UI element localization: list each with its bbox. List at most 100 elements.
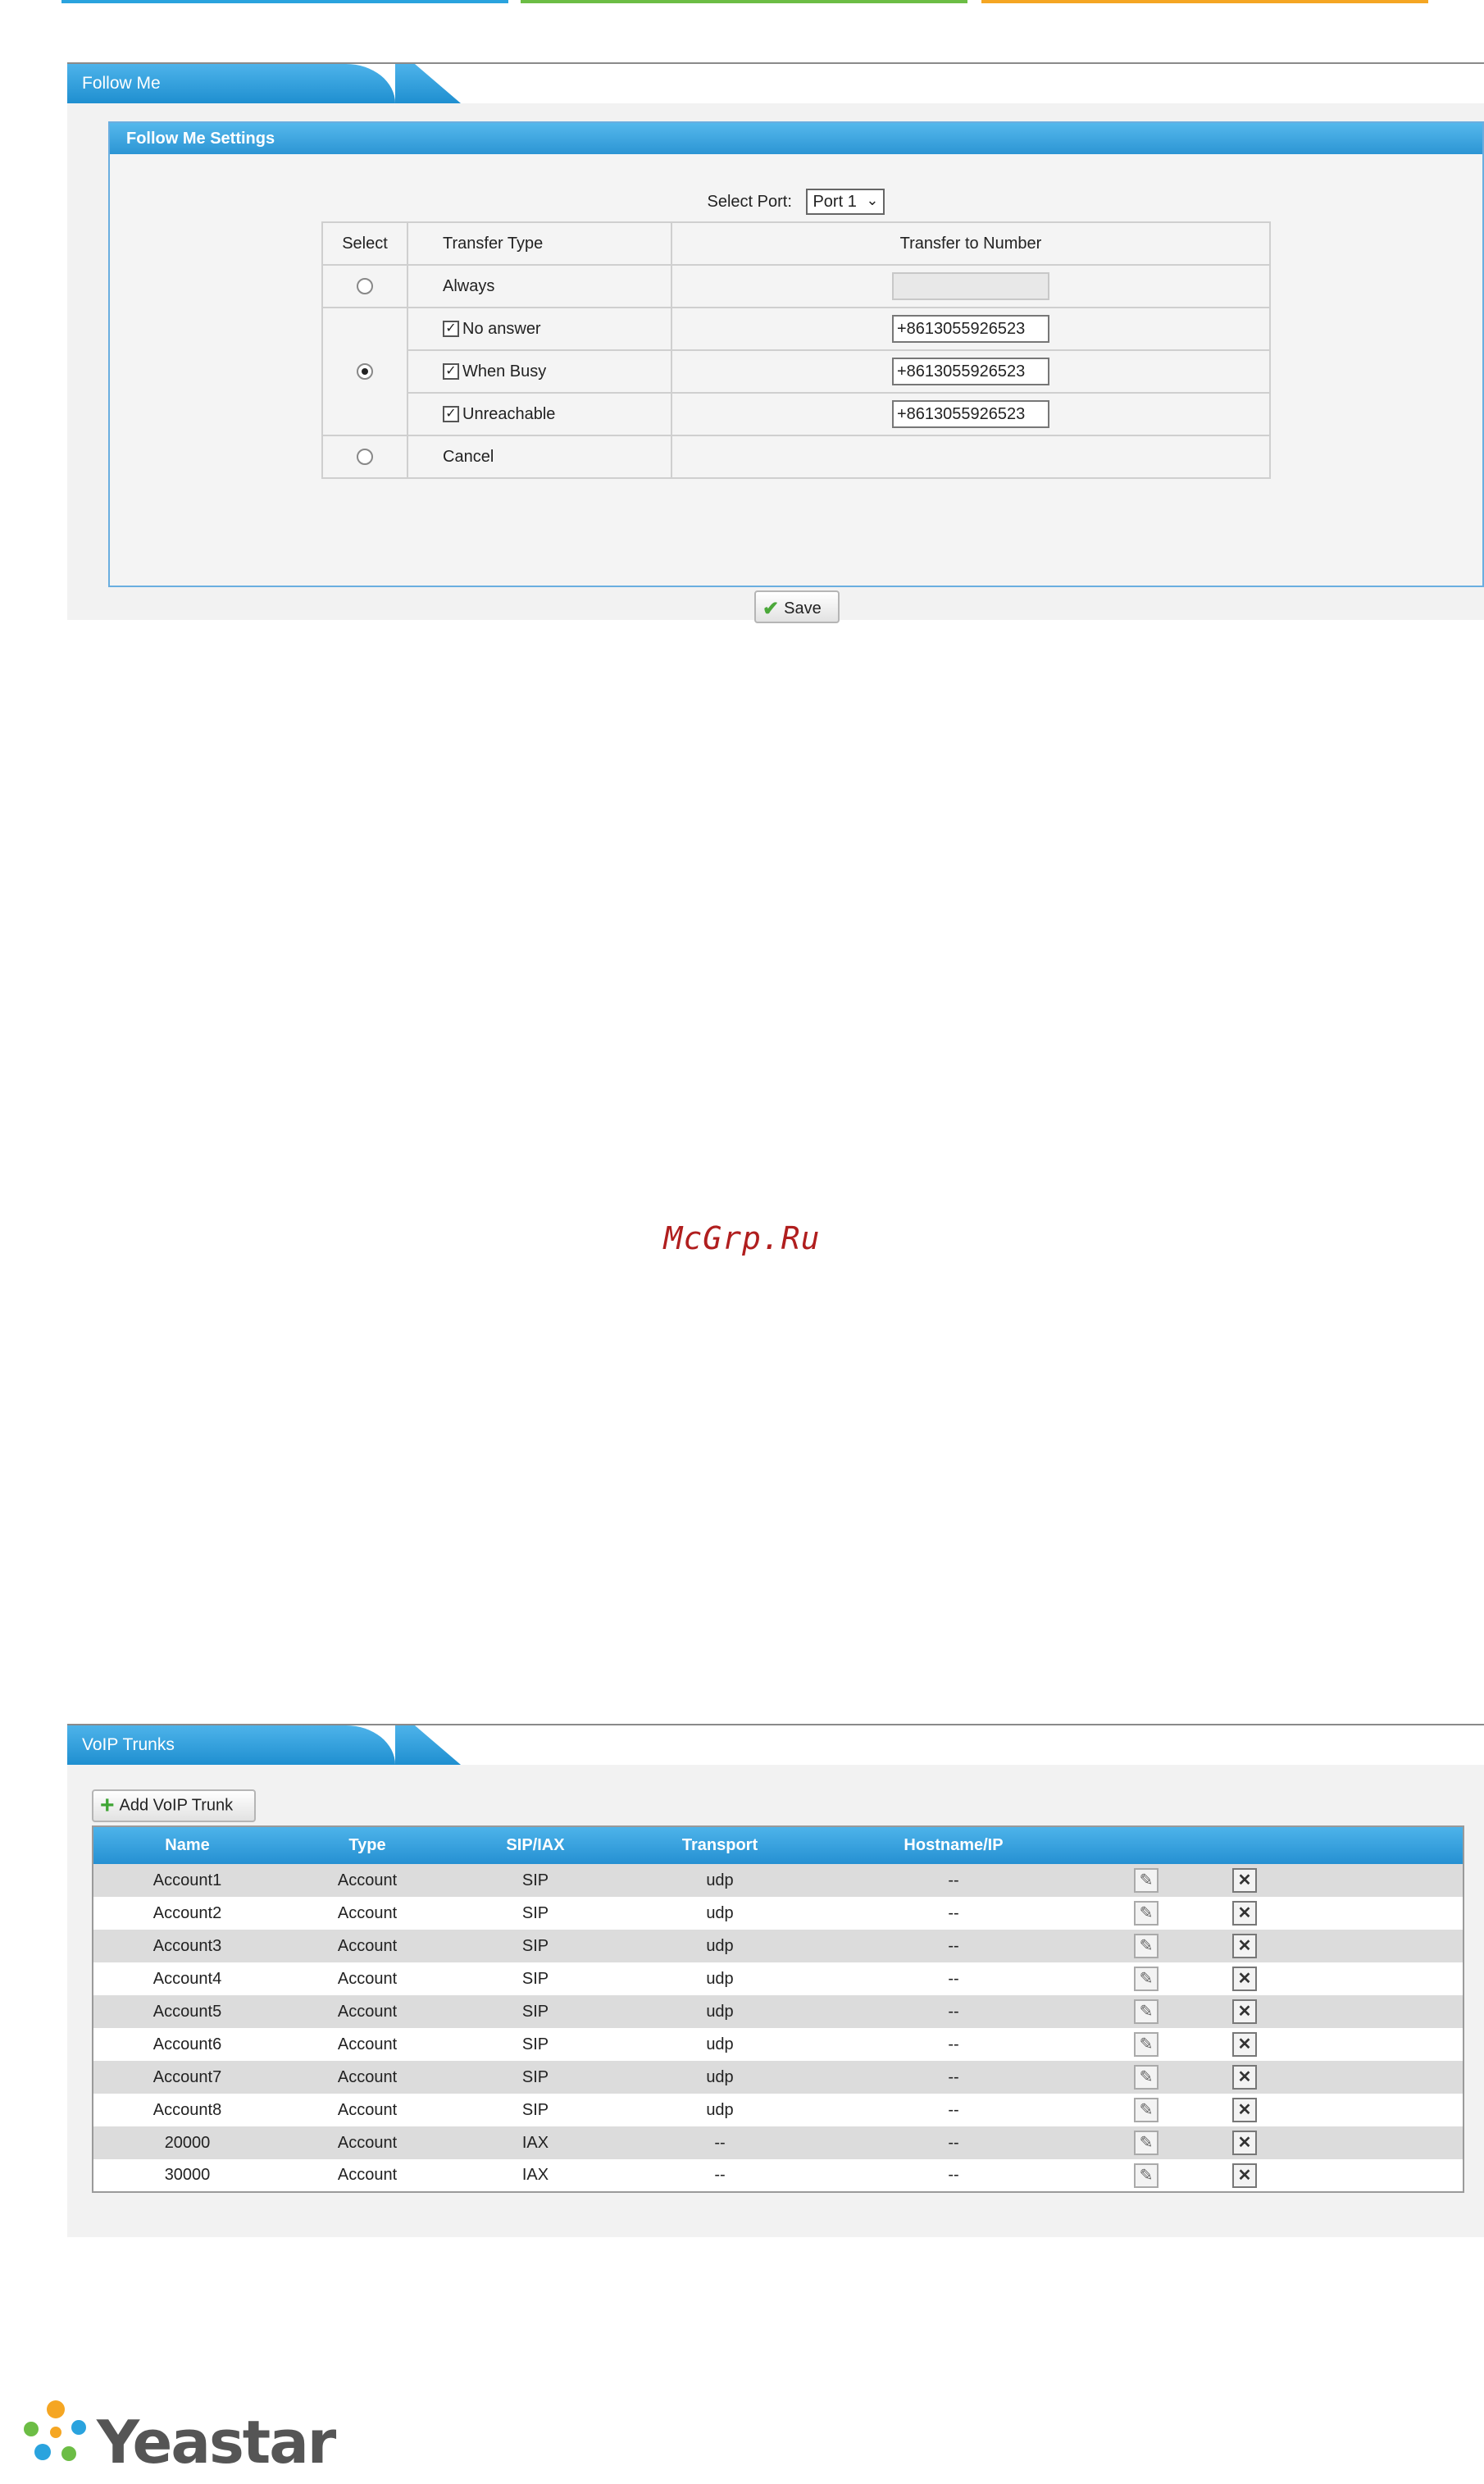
cell-transport: udp <box>617 1962 822 1995</box>
table-row: Account3 Account SIP udp -- ✎ ✕ <box>93 1930 1464 1962</box>
cell-name: Account2 <box>93 1897 281 1930</box>
cell-type: Account <box>281 1962 453 1995</box>
cell-hostname: -- <box>822 1897 1085 1930</box>
edit-icon[interactable]: ✎ <box>1134 1967 1159 1991</box>
cell-hostname: -- <box>822 2061 1085 2094</box>
label-unreachable: Unreachable <box>462 404 556 423</box>
select-port-row: Select Port: Port 1 ⌄ <box>110 189 1482 215</box>
cell-name: Account3 <box>93 1930 281 1962</box>
save-button[interactable]: ✔ Save <box>754 590 840 623</box>
cell-transport: udp <box>617 2028 822 2061</box>
cell-hostname: -- <box>822 1962 1085 1995</box>
label-no-answer: No answer <box>462 319 541 338</box>
radio-cancel[interactable] <box>357 449 373 466</box>
table-row: Account2 Account SIP udp -- ✎ ✕ <box>93 1897 1464 1930</box>
cell-type: Account <box>281 1897 453 1930</box>
table-row: Account4 Account SIP udp -- ✎ ✕ <box>93 1962 1464 1995</box>
save-button-label: Save <box>784 599 822 618</box>
cell-name: 30000 <box>93 2159 281 2192</box>
delete-icon[interactable]: ✕ <box>1232 1999 1257 2024</box>
edit-icon[interactable]: ✎ <box>1134 2131 1159 2155</box>
cell-transport: -- <box>617 2126 822 2159</box>
edit-icon[interactable]: ✎ <box>1134 2098 1159 2122</box>
cell-name: Account8 <box>93 2094 281 2126</box>
label-when-busy: When Busy <box>462 362 547 381</box>
edit-icon[interactable]: ✎ <box>1134 2065 1159 2090</box>
cell-type: Account <box>281 1930 453 1962</box>
delete-icon[interactable]: ✕ <box>1232 1934 1257 1958</box>
edit-icon[interactable]: ✎ <box>1134 2032 1159 2057</box>
cell-protocol: SIP <box>453 2028 617 2061</box>
cell-hostname: -- <box>822 2126 1085 2159</box>
label-cancel: Cancel <box>407 435 672 479</box>
checkbox-no-answer[interactable]: ✓ <box>443 321 459 338</box>
delete-icon[interactable]: ✕ <box>1232 2131 1257 2155</box>
always-number-field <box>892 272 1049 300</box>
cell-protocol: SIP <box>453 1897 617 1930</box>
table-row: Account8 Account SIP udp -- ✎ ✕ <box>93 2094 1464 2126</box>
edit-icon[interactable]: ✎ <box>1134 1868 1159 1893</box>
cell-name: Account5 <box>93 1995 281 2028</box>
no-answer-number-field[interactable]: +8613055926523 <box>892 315 1049 343</box>
plus-icon: + <box>100 1792 115 1819</box>
yeastar-logo-text: Yeastar <box>97 2408 336 2477</box>
follow-me-settings-box: Follow Me Settings Select Port: Port 1 ⌄… <box>108 121 1484 623</box>
cell-name: Account7 <box>93 2061 281 2094</box>
cell-name: 20000 <box>93 2126 281 2159</box>
header-transport: Transport <box>617 1826 822 1864</box>
voip-trunks-table: Name Type SIP/IAX Transport Hostname/IP … <box>92 1825 1464 2193</box>
delete-icon[interactable]: ✕ <box>1232 1901 1257 1926</box>
cell-type: Account <box>281 2061 453 2094</box>
edit-icon[interactable]: ✎ <box>1134 1999 1159 2024</box>
cell-transport: udp <box>617 1897 822 1930</box>
delete-icon[interactable]: ✕ <box>1232 2065 1257 2090</box>
add-voip-trunk-label: Add VoIP Trunk <box>119 1796 234 1815</box>
delete-icon[interactable]: ✕ <box>1232 2163 1257 2188</box>
cell-name: Account1 <box>93 1864 281 1897</box>
edit-icon[interactable]: ✎ <box>1134 2163 1159 2188</box>
chevron-down-icon: ⌄ <box>866 192 879 208</box>
delete-icon[interactable]: ✕ <box>1232 2098 1257 2122</box>
cell-transport: udp <box>617 1995 822 2028</box>
top-bar-orange <box>981 0 1428 3</box>
table-row: Account1 Account SIP udp -- ✎ ✕ <box>93 1864 1464 1897</box>
select-port-dropdown[interactable]: Port 1 ⌄ <box>806 189 885 215</box>
radio-always[interactable] <box>357 278 373 295</box>
unreachable-number-field[interactable]: +8613055926523 <box>892 400 1049 428</box>
header-select: Select <box>321 221 408 266</box>
table-row: Account5 Account SIP udp -- ✎ ✕ <box>93 1995 1464 2028</box>
checkbox-unreachable[interactable]: ✓ <box>443 406 459 423</box>
add-voip-trunk-button[interactable]: + Add VoIP Trunk <box>92 1789 256 1822</box>
delete-icon[interactable]: ✕ <box>1232 2032 1257 2057</box>
delete-icon[interactable]: ✕ <box>1232 1868 1257 1893</box>
header-hostname: Hostname/IP <box>822 1826 1085 1864</box>
when-busy-number-field[interactable]: +8613055926523 <box>892 358 1049 385</box>
edit-icon[interactable]: ✎ <box>1134 1934 1159 1958</box>
follow-me-tab-title: Follow Me <box>82 74 161 93</box>
cell-type: Account <box>281 2028 453 2061</box>
follow-me-tab: Follow Me <box>67 62 1484 103</box>
header-name: Name <box>93 1826 281 1864</box>
cell-transport: udp <box>617 1864 822 1897</box>
follow-me-settings-title: Follow Me Settings <box>110 123 1482 154</box>
cell-transport: udp <box>617 2094 822 2126</box>
edit-icon[interactable]: ✎ <box>1134 1901 1159 1926</box>
cell-hostname: -- <box>822 1995 1085 2028</box>
checkbox-when-busy[interactable]: ✓ <box>443 363 459 381</box>
cell-type: Account <box>281 1864 453 1897</box>
header-sip-iax: SIP/IAX <box>453 1826 617 1864</box>
cell-type: Account <box>281 2159 453 2192</box>
delete-icon[interactable]: ✕ <box>1232 1967 1257 1991</box>
cell-protocol: SIP <box>453 1930 617 1962</box>
voip-trunks-tab: VoIP Trunks <box>67 1724 1484 1765</box>
top-bar-green <box>521 0 967 3</box>
cell-protocol: IAX <box>453 2159 617 2192</box>
table-row: 30000 Account IAX -- -- ✎ ✕ <box>93 2159 1464 2192</box>
radio-conditional[interactable] <box>357 363 373 381</box>
cell-name: Account4 <box>93 1962 281 1995</box>
cell-protocol: SIP <box>453 2094 617 2126</box>
table-row: 20000 Account IAX -- -- ✎ ✕ <box>93 2126 1464 2159</box>
label-always: Always <box>407 264 672 308</box>
header-transfer-type: Transfer Type <box>407 221 672 266</box>
header-transfer-number: Transfer to Number <box>671 221 1271 266</box>
